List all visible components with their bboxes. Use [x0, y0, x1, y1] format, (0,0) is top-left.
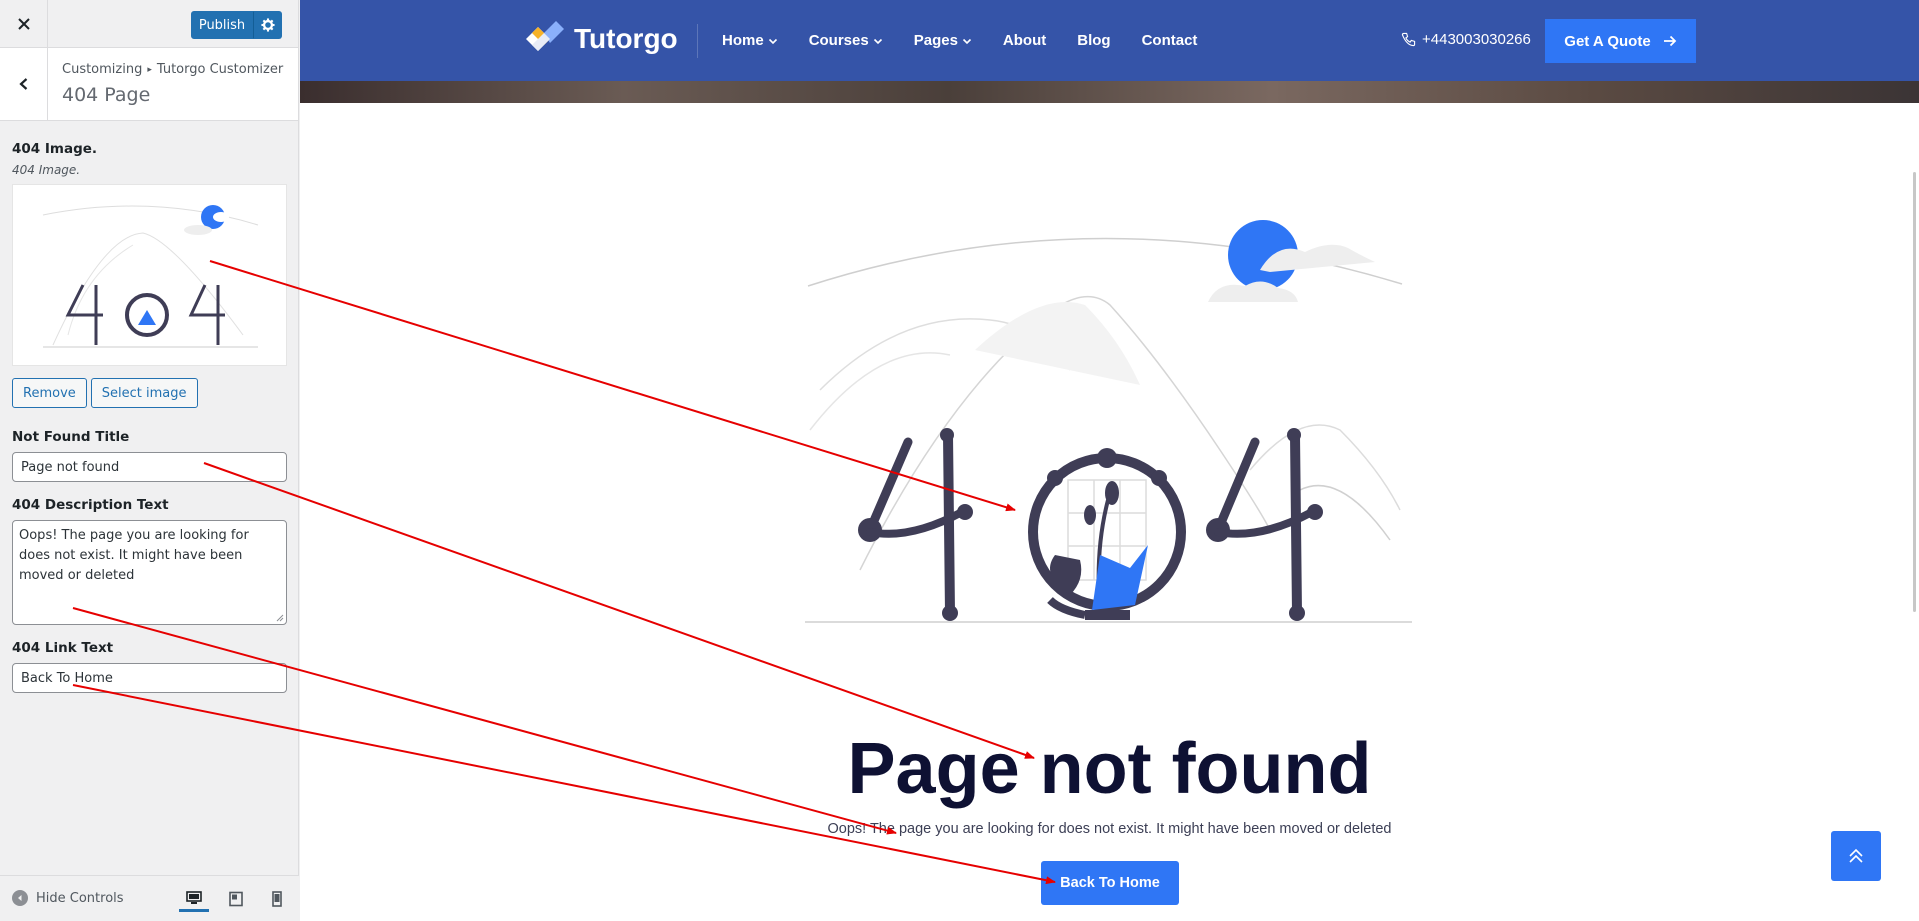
breadcrumb-separator: ▸: [147, 65, 152, 75]
mobile-icon: [272, 891, 282, 907]
tablet-icon: [229, 891, 243, 907]
title-label: Not Found Title: [12, 429, 130, 445]
preview-mobile-button[interactable]: [262, 886, 292, 912]
get-a-quote-button[interactable]: Get A Quote: [1545, 19, 1696, 63]
close-icon: [17, 18, 30, 30]
nav-blog-label: Blog: [1077, 32, 1111, 49]
nav-about-label: About: [1002, 32, 1047, 49]
section-header: Customizing ▸ Tutorgo Customizer 404 Page: [0, 48, 298, 121]
resize-grip-icon[interactable]: [274, 612, 284, 622]
nav-courses[interactable]: Courses: [809, 32, 883, 49]
double-chevron-up-icon: [1849, 848, 1863, 863]
customizer-sidebar: Publish Customizing ▸ Tutorgo Customizer…: [0, 0, 299, 921]
nav-contact[interactable]: Contact: [1142, 32, 1198, 49]
main-nav: Home Courses Pages About Blog Contact: [722, 0, 1228, 81]
nav-pages[interactable]: Pages: [914, 32, 972, 49]
not-found-description: Oops! The page you are looking for does …: [827, 821, 1392, 837]
phone-icon: [1401, 32, 1416, 47]
chevron-down-icon: [768, 38, 777, 44]
chevron-down-icon: [962, 38, 971, 44]
image-label: 404 Image.: [12, 141, 98, 157]
nav-blog[interactable]: Blog: [1077, 32, 1110, 49]
publish-button[interactable]: Publish: [191, 11, 253, 39]
chevron-left-icon: [18, 78, 27, 90]
hide-controls-button[interactable]: Hide Controls: [12, 890, 124, 906]
back-button[interactable]: [0, 48, 48, 120]
desktop-icon: [186, 890, 202, 904]
nav-contact-label: Contact: [1141, 32, 1198, 49]
gear-icon: [260, 18, 275, 32]
header-phone[interactable]: +443003030266: [1401, 31, 1531, 48]
breadcrumb-root: Customizing: [62, 62, 143, 77]
404-illustration: [805, 220, 1412, 623]
chevron-down-icon: [873, 38, 882, 44]
logo-icon: [526, 21, 564, 51]
phone-number: +443003030266: [1422, 31, 1531, 48]
hide-controls-label: Hide Controls: [36, 890, 124, 906]
title-input[interactable]: Page not found: [12, 452, 287, 482]
breadcrumb-panel: Tutorgo Customizer: [156, 62, 284, 77]
quote-label: Get A Quote: [1564, 32, 1651, 50]
collapse-icon: [12, 890, 28, 906]
nav-home-label: Home: [722, 32, 764, 49]
customizer-footer: Hide Controls: [0, 875, 299, 921]
header-divider: [697, 24, 698, 58]
hero-image-strip: [300, 81, 1919, 103]
site-logo[interactable]: Tutorgo: [522, 21, 678, 57]
description-label: 404 Description Text: [12, 497, 169, 513]
site-preview: Tutorgo Home Courses Pages About Blog Co…: [300, 0, 1919, 921]
nav-about[interactable]: About: [1003, 32, 1046, 49]
nav-courses-label: Courses: [808, 32, 869, 49]
arrow-right-icon: [1663, 35, 1676, 47]
scroll-to-top-button[interactable]: [1831, 831, 1881, 881]
description-textarea[interactable]: Oops! The page you are looking for does …: [12, 520, 287, 625]
nav-pages-label: Pages: [913, 32, 958, 49]
preview-tablet-button[interactable]: [221, 886, 251, 912]
publish-settings-button[interactable]: [253, 11, 282, 39]
controls-body: 404 Image. 404 Image. Remove Select imag…: [0, 141, 298, 693]
remove-image-button[interactable]: Remove: [12, 378, 87, 408]
nav-home[interactable]: Home: [722, 32, 778, 49]
image-thumbnail[interactable]: [12, 184, 287, 366]
section-title: 404 Page: [62, 84, 151, 106]
back-to-home-button[interactable]: Back To Home: [1041, 861, 1179, 905]
image-description: 404 Image.: [12, 163, 81, 177]
not-found-title: Page not found: [847, 729, 1372, 809]
404-thumbnail-illustration: [42, 205, 259, 348]
site-header: Tutorgo Home Courses Pages About Blog Co…: [300, 0, 1919, 81]
customizer-header: Publish: [0, 0, 298, 48]
description-text: Oops! The page you are looking for does …: [19, 528, 249, 583]
breadcrumb: Customizing ▸ Tutorgo Customizer: [62, 62, 283, 77]
preview-desktop-button[interactable]: [179, 886, 209, 912]
close-customizer-button[interactable]: [0, 0, 48, 48]
link-text-label: 404 Link Text: [12, 640, 114, 656]
link-text-input[interactable]: Back To Home: [12, 663, 287, 693]
logo-text: Tutorgo: [574, 23, 678, 54]
select-image-button[interactable]: Select image: [90, 378, 198, 408]
preview-scrollbar[interactable]: [1913, 172, 1916, 612]
